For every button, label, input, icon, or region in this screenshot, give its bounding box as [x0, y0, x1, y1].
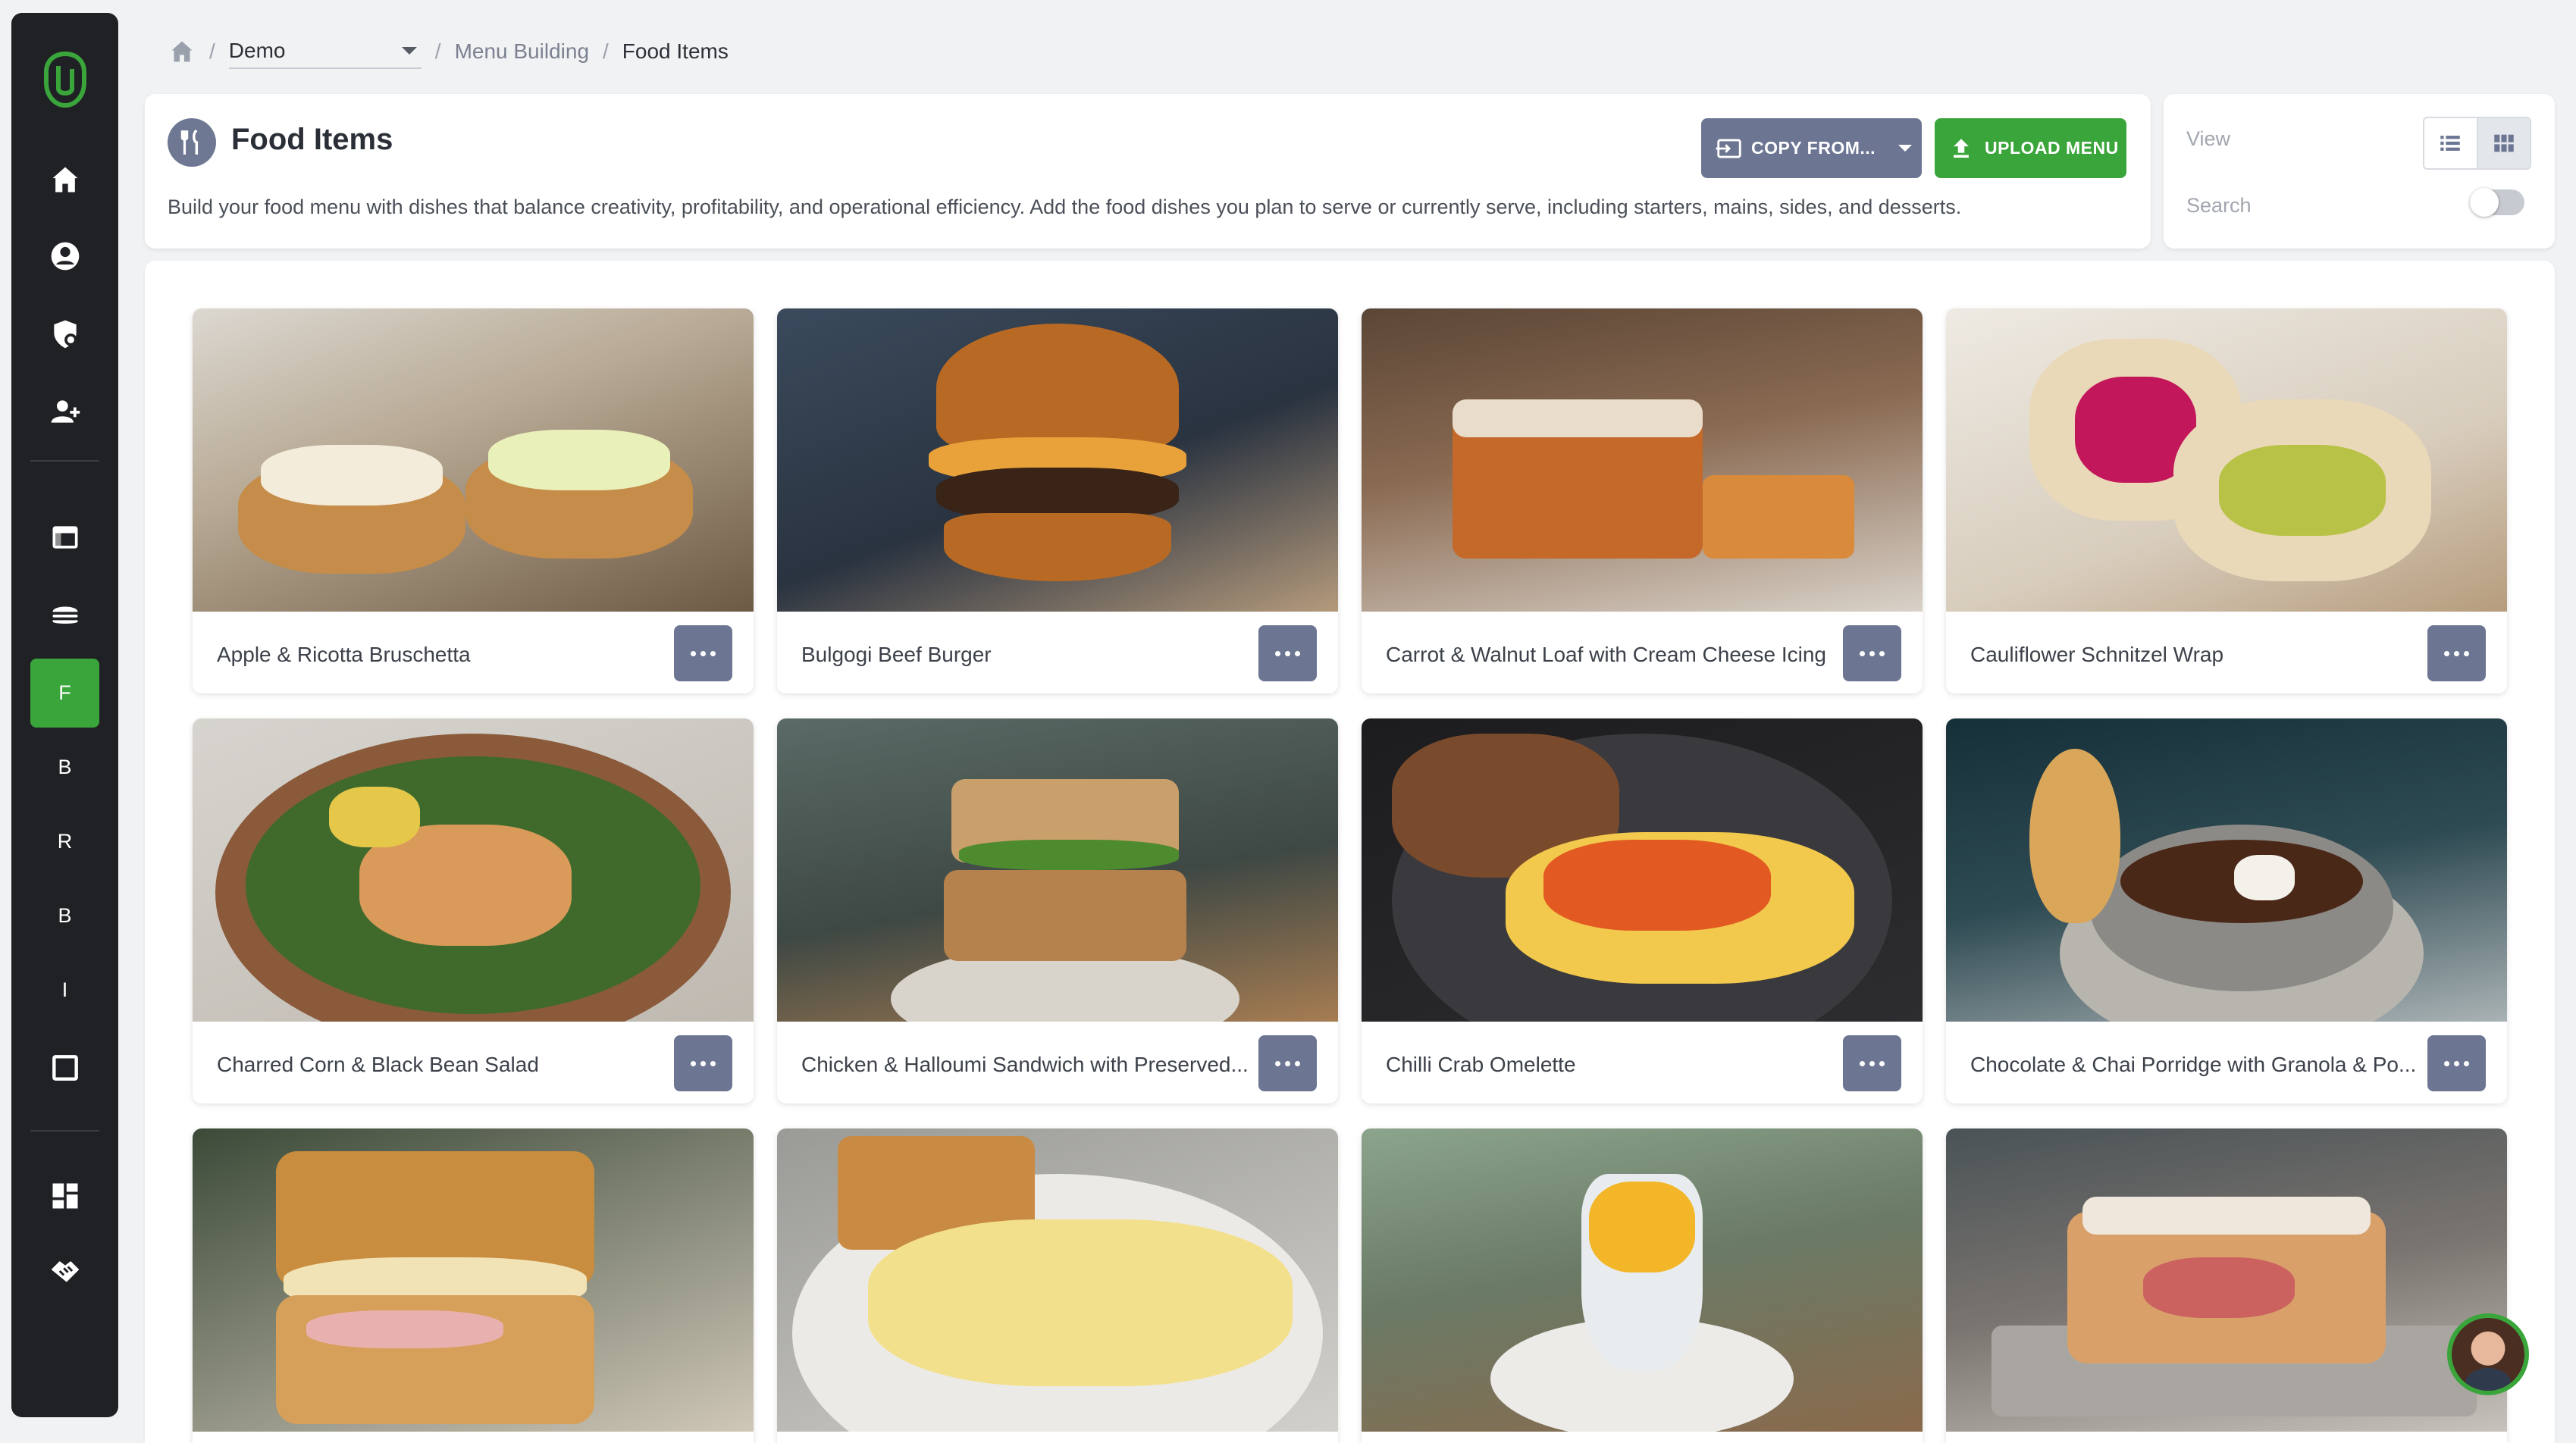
sidebar-item-r[interactable]: R [30, 807, 99, 876]
breadcrumb-menu-building[interactable]: Menu Building [455, 39, 589, 64]
food-photo [1946, 1128, 2507, 1432]
more-options-button[interactable] [1258, 1035, 1317, 1091]
workspace-select[interactable]: Demo [228, 34, 421, 69]
security-settings-icon[interactable] [30, 299, 99, 368]
avatar-photo [2452, 1318, 2524, 1391]
food-photo [193, 1128, 754, 1432]
food-photo [1362, 1128, 1923, 1432]
grid-view-button[interactable] [2476, 118, 2530, 168]
page-description: Build your food menu with dishes that ba… [168, 196, 1962, 218]
food-item-card[interactable]: Cauliflower Schnitzel Wrap [1946, 308, 2507, 693]
food-item-name: Chocolate & Chai Porridge with Granola &… [1970, 1053, 2417, 1076]
food-photo [1946, 308, 2507, 612]
food-item-name: Chilli Crab Omelette [1386, 1053, 1576, 1076]
page-title: Food Items [231, 123, 393, 156]
search-toggle[interactable] [2470, 188, 2524, 217]
web-page-icon[interactable] [30, 502, 99, 571]
more-options-button[interactable] [674, 1035, 732, 1091]
food-photo [1362, 308, 1923, 612]
upload-menu-button[interactable]: UPLOAD MENU [1935, 118, 2126, 178]
sidebar-item-b2[interactable]: B [30, 881, 99, 950]
sidebar-divider [30, 1130, 99, 1132]
food-photo [777, 718, 1338, 1022]
food-item-name: Carrot & Walnut Loaf with Cream Cheese I… [1386, 643, 1826, 666]
more-options-button[interactable] [2427, 625, 2486, 681]
home-icon[interactable] [30, 145, 99, 214]
food-item-card[interactable]: Chocolate & Chai Porridge with Granola &… [1946, 718, 2507, 1103]
breadcrumb-separator: / [434, 39, 441, 63]
sidebar-item-f[interactable]: F [30, 659, 99, 728]
page-header: Food Items Build your food menu with dis… [145, 94, 2151, 249]
food-item-card[interactable]: Bulgogi Beef Burger [777, 308, 1338, 693]
more-options-button[interactable] [1843, 1035, 1901, 1091]
food-item-card[interactable] [193, 1128, 754, 1443]
toggle-knob [2470, 188, 2499, 217]
view-options-panel: View Search [2164, 94, 2555, 249]
food-photo [193, 718, 754, 1022]
handshake-icon[interactable] [30, 1236, 99, 1305]
food-photo [1946, 718, 2507, 1022]
grid-icon [2494, 134, 2514, 152]
upload-icon [1954, 138, 1969, 158]
copy-from-label: COPY FROM... [1751, 138, 1876, 158]
import-icon [1716, 138, 1741, 158]
chevron-down-icon [401, 47, 417, 55]
sidebar-divider [30, 460, 99, 462]
account-icon[interactable] [30, 221, 99, 290]
food-photo [777, 1128, 1338, 1432]
food-item-card[interactable]: Apple & Ricotta Bruschetta [193, 308, 754, 693]
burger-icon[interactable] [30, 580, 99, 649]
brand-logo[interactable] [37, 46, 93, 114]
breadcrumb-separator: / [603, 39, 609, 63]
food-item-card[interactable]: Carrot & Walnut Loaf with Cream Cheese I… [1362, 308, 1923, 693]
view-label: View [2186, 127, 2231, 150]
food-item-card[interactable] [1362, 1128, 1923, 1443]
food-item-name: Bulgogi Beef Burger [801, 643, 992, 666]
sidebar: F B R B I [11, 13, 118, 1417]
food-item-name: Chicken & Halloumi Sandwich with Preserv… [801, 1053, 1249, 1076]
food-item-card[interactable]: Chicken & Halloumi Sandwich with Preserv… [777, 718, 1338, 1103]
food-item-card[interactable]: Chilli Crab Omelette [1362, 718, 1923, 1103]
list-view-button[interactable] [2424, 118, 2477, 168]
add-user-icon[interactable] [30, 377, 99, 446]
food-items-grid: Apple & Ricotta Bruschetta Bulgogi Beef … [145, 261, 2555, 1443]
list-icon [2440, 136, 2460, 151]
dashboard-icon[interactable] [30, 1161, 99, 1230]
food-photo [1362, 718, 1923, 1022]
food-item-name: Apple & Ricotta Bruschetta [217, 643, 471, 666]
food-photo [777, 308, 1338, 612]
view-toggle [2423, 117, 2531, 170]
sidebar-item-b1[interactable]: B [30, 733, 99, 802]
square-icon[interactable] [30, 1033, 99, 1102]
cutlery-icon [168, 118, 216, 167]
breadcrumb-current: Food Items [622, 39, 729, 63]
more-options-button[interactable] [1258, 625, 1317, 681]
food-item-name: Cauliflower Schnitzel Wrap [1970, 643, 2224, 666]
chevron-down-icon [1898, 145, 1913, 152]
upload-menu-label: UPLOAD MENU [1985, 138, 2119, 158]
food-item-card[interactable] [1946, 1128, 2507, 1443]
food-item-card[interactable] [777, 1128, 1338, 1443]
search-label: Search [2186, 194, 2252, 217]
food-item-card[interactable]: Charred Corn & Black Bean Salad [193, 718, 754, 1103]
workspace-select-value: Demo [228, 39, 286, 62]
copy-from-button[interactable]: COPY FROM... [1701, 118, 1922, 178]
home-breadcrumb-icon[interactable] [168, 38, 196, 65]
more-options-button[interactable] [2427, 1035, 2486, 1091]
more-options-button[interactable] [674, 625, 732, 681]
food-item-name: Charred Corn & Black Bean Salad [217, 1053, 539, 1076]
more-options-button[interactable] [1843, 625, 1901, 681]
breadcrumb-separator: / [209, 39, 215, 63]
food-photo [193, 308, 754, 612]
sidebar-item-i[interactable]: I [30, 956, 99, 1025]
support-chat-avatar[interactable] [2447, 1313, 2529, 1395]
breadcrumb: / Demo / Menu Building / Food Items [168, 33, 729, 70]
